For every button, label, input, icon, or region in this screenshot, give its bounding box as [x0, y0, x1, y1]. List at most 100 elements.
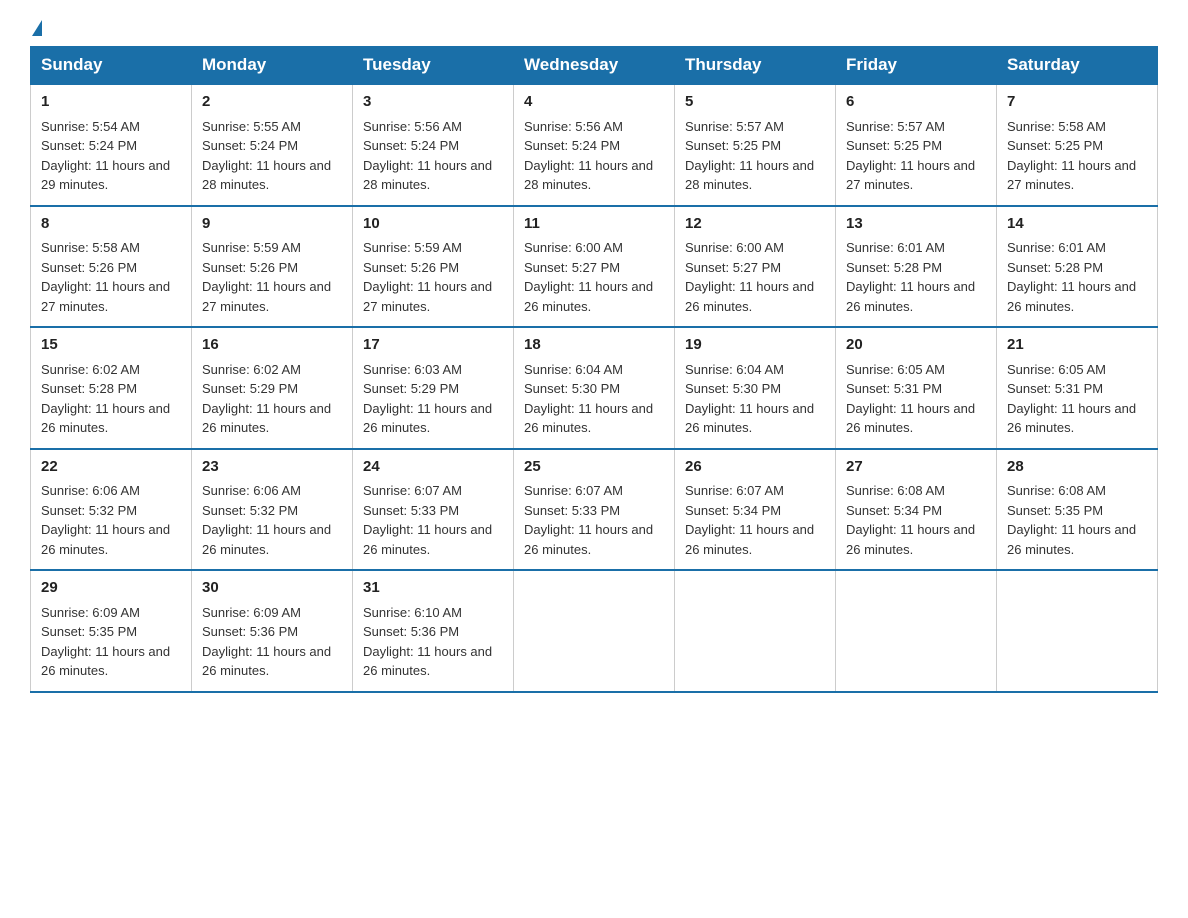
daylight-text: Daylight: 11 hours and 26 minutes.	[363, 399, 503, 438]
day-number: 8	[41, 213, 181, 236]
day-number: 26	[685, 456, 825, 479]
sunrise-text: Sunrise: 6:01 AM	[846, 238, 986, 258]
sunrise-text: Sunrise: 6:00 AM	[524, 238, 664, 258]
calendar-cell: 10Sunrise: 5:59 AMSunset: 5:26 PMDayligh…	[353, 206, 514, 328]
day-number: 12	[685, 213, 825, 236]
sunrise-text: Sunrise: 5:58 AM	[1007, 117, 1147, 137]
daylight-text: Daylight: 11 hours and 27 minutes.	[846, 156, 986, 195]
calendar-cell: 22Sunrise: 6:06 AMSunset: 5:32 PMDayligh…	[31, 449, 192, 571]
sunset-text: Sunset: 5:35 PM	[1007, 501, 1147, 521]
sunset-text: Sunset: 5:24 PM	[41, 136, 181, 156]
sunset-text: Sunset: 5:28 PM	[1007, 258, 1147, 278]
calendar-cell: 30Sunrise: 6:09 AMSunset: 5:36 PMDayligh…	[192, 570, 353, 692]
sunrise-text: Sunrise: 6:04 AM	[685, 360, 825, 380]
logo	[30, 20, 42, 36]
calendar-cell: 11Sunrise: 6:00 AMSunset: 5:27 PMDayligh…	[514, 206, 675, 328]
sunrise-text: Sunrise: 6:06 AM	[41, 481, 181, 501]
sunset-text: Sunset: 5:31 PM	[846, 379, 986, 399]
sunset-text: Sunset: 5:33 PM	[524, 501, 664, 521]
sunset-text: Sunset: 5:36 PM	[363, 622, 503, 642]
day-number: 7	[1007, 91, 1147, 114]
daylight-text: Daylight: 11 hours and 26 minutes.	[41, 399, 181, 438]
day-number: 16	[202, 334, 342, 357]
day-number: 18	[524, 334, 664, 357]
calendar-cell: 18Sunrise: 6:04 AMSunset: 5:30 PMDayligh…	[514, 327, 675, 449]
day-number: 24	[363, 456, 503, 479]
calendar-week-row: 1Sunrise: 5:54 AMSunset: 5:24 PMDaylight…	[31, 84, 1158, 206]
sunrise-text: Sunrise: 6:00 AM	[685, 238, 825, 258]
calendar-cell	[836, 570, 997, 692]
calendar-cell: 9Sunrise: 5:59 AMSunset: 5:26 PMDaylight…	[192, 206, 353, 328]
calendar-cell: 24Sunrise: 6:07 AMSunset: 5:33 PMDayligh…	[353, 449, 514, 571]
daylight-text: Daylight: 11 hours and 28 minutes.	[524, 156, 664, 195]
calendar-cell: 6 Sunrise: 5:57 AMSunset: 5:25 PMDaylight…	[836, 84, 997, 206]
sunrise-text: Sunrise: 5:54 AM	[41, 117, 181, 137]
day-number: 4	[524, 91, 664, 114]
calendar-week-row: 29Sunrise: 6:09 AMSunset: 5:35 PMDayligh…	[31, 570, 1158, 692]
day-number: 23	[202, 456, 342, 479]
sunset-text: Sunset: 5:34 PM	[846, 501, 986, 521]
sunset-text: Sunset: 5:34 PM	[685, 501, 825, 521]
sunrise-text: Sunrise: 6:10 AM	[363, 603, 503, 623]
calendar-cell: 12Sunrise: 6:00 AMSunset: 5:27 PMDayligh…	[675, 206, 836, 328]
daylight-text: Daylight: 11 hours and 29 minutes.	[41, 156, 181, 195]
sunrise-text: Sunrise: 5:55 AM	[202, 117, 342, 137]
header-saturday: Saturday	[997, 47, 1158, 85]
sunset-text: Sunset: 5:35 PM	[41, 622, 181, 642]
daylight-text: Daylight: 11 hours and 26 minutes.	[202, 399, 342, 438]
sunset-text: Sunset: 5:26 PM	[202, 258, 342, 278]
sunrise-text: Sunrise: 6:05 AM	[1007, 360, 1147, 380]
daylight-text: Daylight: 11 hours and 26 minutes.	[41, 520, 181, 559]
calendar-header-row: SundayMondayTuesdayWednesdayThursdayFrid…	[31, 47, 1158, 85]
calendar-cell: 7Sunrise: 5:58 AMSunset: 5:25 PMDaylight…	[997, 84, 1158, 206]
calendar-cell	[514, 570, 675, 692]
calendar-week-row: 8Sunrise: 5:58 AMSunset: 5:26 PMDaylight…	[31, 206, 1158, 328]
calendar-cell: 19Sunrise: 6:04 AMSunset: 5:30 PMDayligh…	[675, 327, 836, 449]
sunset-text: Sunset: 5:24 PM	[363, 136, 503, 156]
logo-triangle-icon	[32, 20, 42, 36]
daylight-text: Daylight: 11 hours and 26 minutes.	[202, 520, 342, 559]
sunrise-text: Sunrise: 5:58 AM	[41, 238, 181, 258]
sunset-text: Sunset: 5:27 PM	[524, 258, 664, 278]
daylight-text: Daylight: 11 hours and 26 minutes.	[685, 277, 825, 316]
sunrise-text: Sunrise: 6:08 AM	[846, 481, 986, 501]
daylight-text: Daylight: 11 hours and 26 minutes.	[363, 520, 503, 559]
calendar-cell: 14Sunrise: 6:01 AMSunset: 5:28 PMDayligh…	[997, 206, 1158, 328]
calendar-cell: 27Sunrise: 6:08 AMSunset: 5:34 PMDayligh…	[836, 449, 997, 571]
sunset-text: Sunset: 5:31 PM	[1007, 379, 1147, 399]
day-number: 1	[41, 91, 181, 114]
daylight-text: Daylight: 11 hours and 26 minutes.	[363, 642, 503, 681]
sunrise-text: Sunrise: 6:01 AM	[1007, 238, 1147, 258]
sunrise-text: Sunrise: 6:06 AM	[202, 481, 342, 501]
daylight-text: Daylight: 11 hours and 26 minutes.	[1007, 277, 1147, 316]
calendar-week-row: 22Sunrise: 6:06 AMSunset: 5:32 PMDayligh…	[31, 449, 1158, 571]
sunset-text: Sunset: 5:28 PM	[846, 258, 986, 278]
sunset-text: Sunset: 5:32 PM	[41, 501, 181, 521]
daylight-text: Daylight: 11 hours and 26 minutes.	[846, 520, 986, 559]
header-tuesday: Tuesday	[353, 47, 514, 85]
day-number: 6	[846, 91, 986, 114]
calendar-cell: 2Sunrise: 5:55 AMSunset: 5:24 PMDaylight…	[192, 84, 353, 206]
calendar-cell: 3Sunrise: 5:56 AMSunset: 5:24 PMDaylight…	[353, 84, 514, 206]
calendar-cell: 8Sunrise: 5:58 AMSunset: 5:26 PMDaylight…	[31, 206, 192, 328]
sunrise-text: Sunrise: 5:56 AM	[363, 117, 503, 137]
header-friday: Friday	[836, 47, 997, 85]
sunset-text: Sunset: 5:25 PM	[846, 136, 986, 156]
sunset-text: Sunset: 5:26 PM	[41, 258, 181, 278]
sunrise-text: Sunrise: 5:57 AM	[846, 117, 986, 137]
calendar-cell: 31Sunrise: 6:10 AMSunset: 5:36 PMDayligh…	[353, 570, 514, 692]
daylight-text: Daylight: 11 hours and 26 minutes.	[685, 399, 825, 438]
daylight-text: Daylight: 11 hours and 26 minutes.	[1007, 399, 1147, 438]
daylight-text: Daylight: 11 hours and 26 minutes.	[41, 642, 181, 681]
calendar-cell: 15Sunrise: 6:02 AMSunset: 5:28 PMDayligh…	[31, 327, 192, 449]
calendar-cell: 5Sunrise: 5:57 AMSunset: 5:25 PMDaylight…	[675, 84, 836, 206]
sunrise-text: Sunrise: 6:02 AM	[202, 360, 342, 380]
calendar-table: SundayMondayTuesdayWednesdayThursdayFrid…	[30, 46, 1158, 693]
calendar-cell: 20Sunrise: 6:05 AMSunset: 5:31 PMDayligh…	[836, 327, 997, 449]
day-number: 11	[524, 213, 664, 236]
sunrise-text: Sunrise: 6:07 AM	[524, 481, 664, 501]
calendar-cell	[675, 570, 836, 692]
calendar-cell: 1 Sunrise: 5:54 AMSunset: 5:24 PMDaylight…	[31, 84, 192, 206]
sunrise-text: Sunrise: 5:56 AM	[524, 117, 664, 137]
daylight-text: Daylight: 11 hours and 26 minutes.	[202, 642, 342, 681]
